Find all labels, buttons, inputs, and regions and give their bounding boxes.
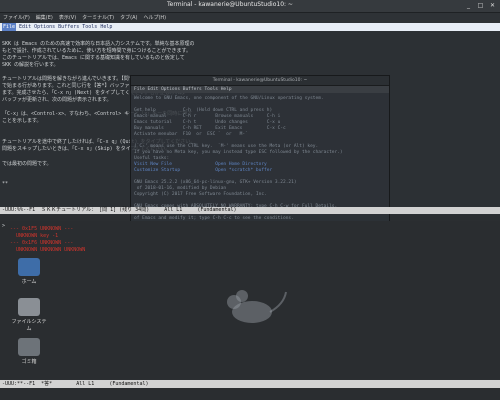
upper-modeline: -UUU:%%--F1 ＳＫＫチュートリアル： [問 1] (残り 34問) A… xyxy=(0,207,500,214)
background-window-menu: File Edit Options Buffers Tools Help xyxy=(131,86,389,93)
tutorial-line: SKK の解説を行います。 xyxy=(2,62,59,68)
emacs-menu-help[interactable]: Help xyxy=(100,23,112,31)
key-log-line: UNKNOWN key -1 xyxy=(10,233,59,239)
tutorial-line: ことを示します。 xyxy=(2,118,42,124)
menu-edit[interactable]: 編集(E) xyxy=(36,13,53,23)
tutorial-line: もとで設計、作成されているために、使い方を短時間で身につけることができます。 xyxy=(2,48,191,54)
tutorial-line: SKK は Emacs のための高速で効率的な日本語入力システムです。単純な基本… xyxy=(2,41,195,47)
answer-prompt: > xyxy=(2,223,6,229)
minibuffer[interactable] xyxy=(0,388,500,400)
tutorial-line: では最初の問題です。 xyxy=(2,161,52,167)
desktop-icon-filesystem[interactable]: ファイルシステム xyxy=(10,298,48,332)
desktop-icon-home[interactable]: ホーム xyxy=(10,258,48,285)
tutorial-line: ** xyxy=(2,181,9,187)
maximize-button[interactable]: □ xyxy=(477,2,484,9)
menu-view[interactable]: 表示(V) xyxy=(59,13,76,23)
menu-tabs[interactable]: タブ(A) xyxy=(120,13,137,23)
filesystem-icon xyxy=(18,298,40,316)
window-title: Terminal - kawanerie@UbuntuStudio10: ~ xyxy=(167,1,293,8)
home-folder-icon xyxy=(18,258,40,276)
emacs-menu-tools[interactable]: Tools xyxy=(82,23,97,31)
minimize-button[interactable]: _ xyxy=(465,2,472,9)
emacs-menu-options[interactable]: Options xyxy=(34,23,55,31)
desktop-icon-trash[interactable]: ゴミ箱 xyxy=(10,338,48,365)
key-log-line: --- 0x1F5 UNKNOWN --- xyxy=(10,226,74,232)
menu-file[interactable]: ファイル(F) xyxy=(3,13,30,23)
key-log-line: UNKNOWN UNKNOWN UNKNOWN xyxy=(10,247,86,253)
tutorial-line: バッファが更新され、次の問題が表示されます。 xyxy=(2,97,112,103)
key-log-line: --- 0x1F6 UNKNOWN --- xyxy=(10,240,74,246)
emacs-menu-file[interactable]: File xyxy=(2,23,17,31)
emacs-menubar: File Edit Options Buffers Tools Help xyxy=(0,23,500,31)
emacs-menu-buffers[interactable]: Buffers xyxy=(58,23,79,31)
menu-help[interactable]: ヘルプ(H) xyxy=(143,13,166,23)
startup-line: Copyright (C) 2017 Free Software Foundat… xyxy=(134,192,267,197)
trash-icon xyxy=(18,338,40,356)
startup-line: Activate menubar F10 or ESC ` or M-` xyxy=(134,132,248,137)
startup-link[interactable]: Customize Startup Open *scratch* buffer xyxy=(134,168,272,174)
terminal-menubar: ファイル(F) 編集(E) 表示(V) ターミナル(T) タブ(A) ヘルプ(H… xyxy=(0,13,500,23)
menu-terminal[interactable]: ターミナル(T) xyxy=(82,13,114,23)
wallpaper-mouse-icon xyxy=(227,290,287,323)
emacs-menu-edit[interactable]: Edit xyxy=(19,23,31,31)
background-window-title: Terminal - kawanerie@UbuntuStudio10: ~ xyxy=(131,76,389,86)
close-button[interactable]: ✕ xyxy=(489,2,496,9)
lower-modeline: -UUU:**--F1 *答* All L1 (Fundamental) xyxy=(0,380,500,388)
window-titlebar: Terminal - kawanerie@UbuntuStudio10: ~ _… xyxy=(0,0,500,13)
tutorial-line: このチュートリアルでは、Emacs に関する基礎知識を有しているものと仮定して xyxy=(2,55,185,61)
startup-line: Welcome to GNU Emacs, one component of t… xyxy=(134,96,324,101)
